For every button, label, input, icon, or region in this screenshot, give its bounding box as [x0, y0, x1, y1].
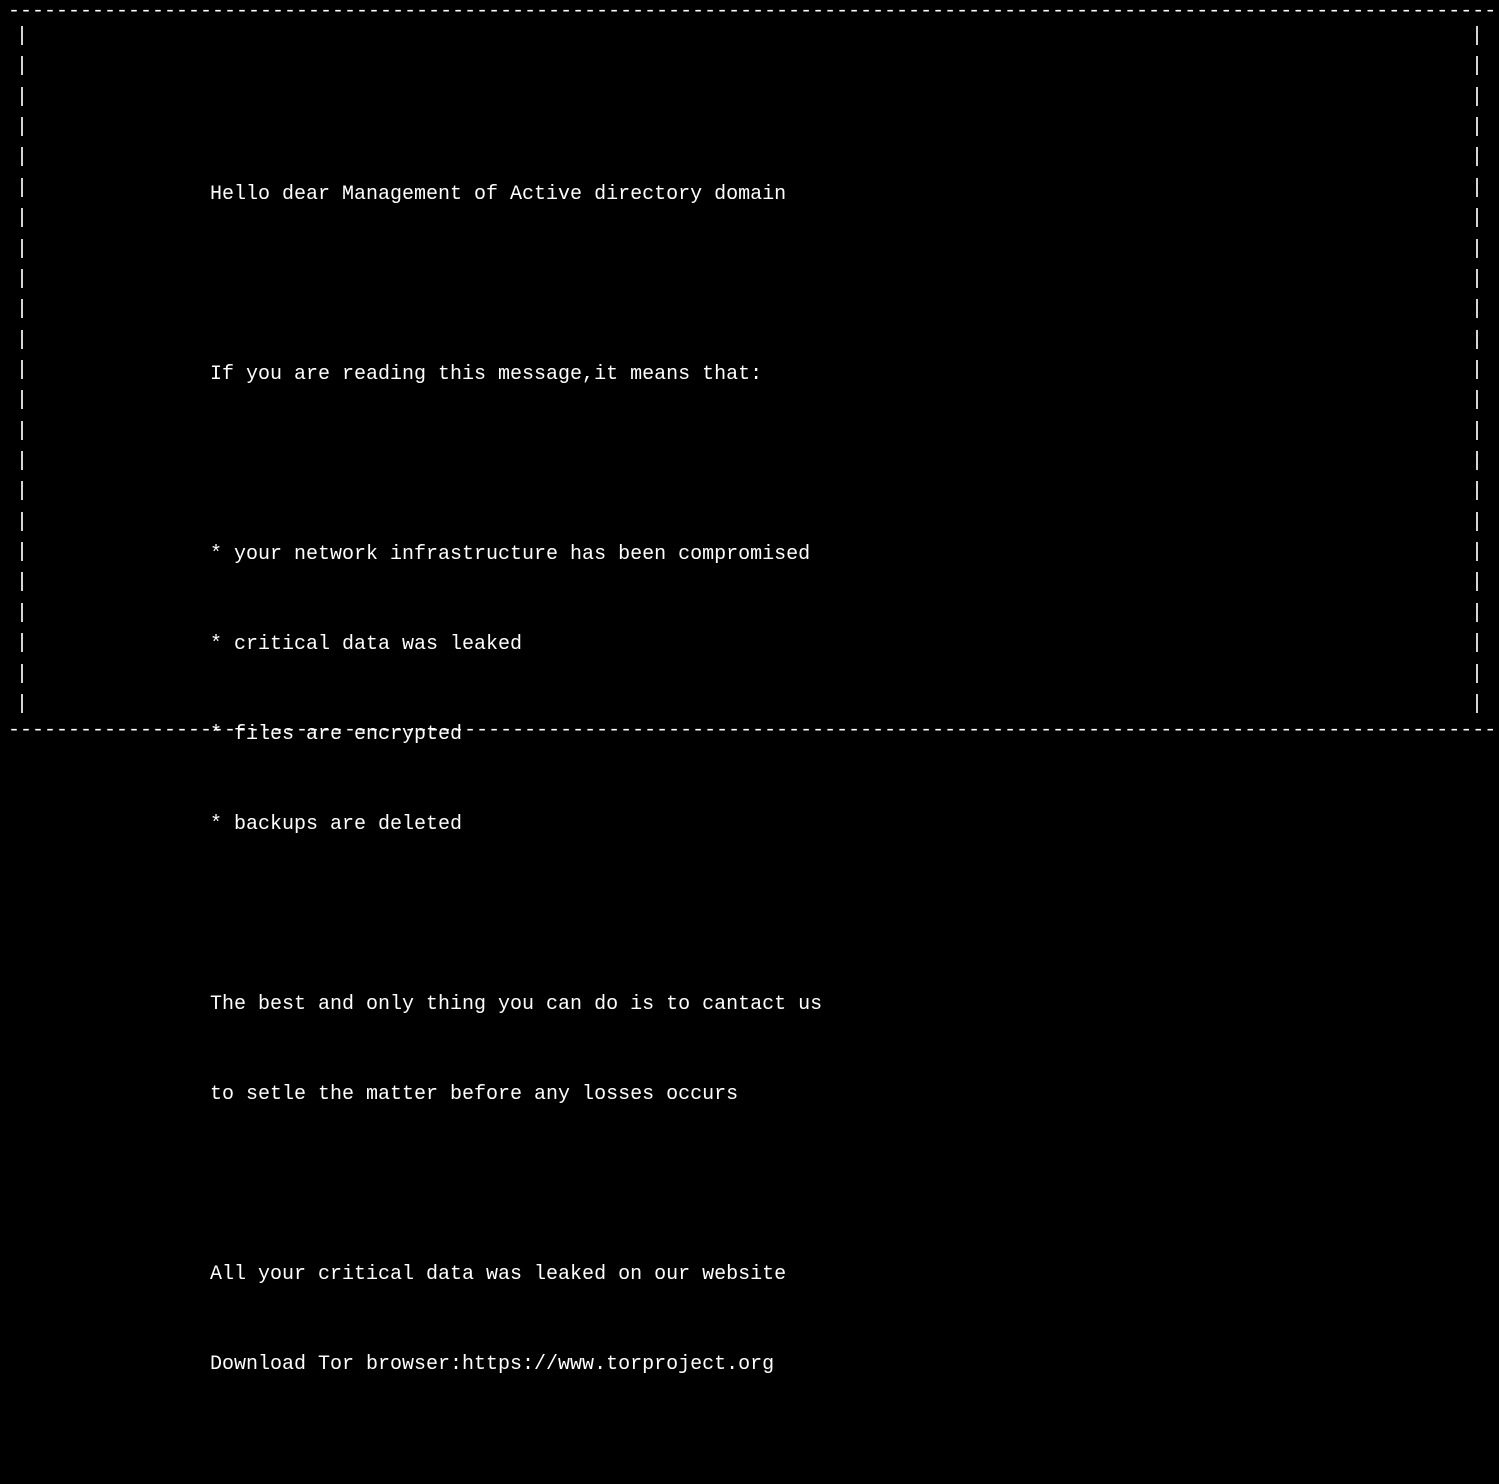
border-left: ||||||||||||||||||||||| — [12, 22, 32, 720]
tor-line: Download Tor browser:https://www.torproj… — [40, 1350, 1459, 1380]
advice-line: The best and only thing you can do is to… — [40, 990, 1459, 1020]
intro-line: If you are reading this message,it means… — [40, 360, 1459, 390]
bullet-item: * critical data was leaked — [40, 630, 1459, 660]
leaked-line: All your critical data was leaked on our… — [40, 1260, 1459, 1290]
bullet-item: * your network infrastructure has been c… — [40, 540, 1459, 570]
bullet-item: * backups are deleted — [40, 810, 1459, 840]
advice-line: to setle the matter before any losses oc… — [40, 1080, 1459, 1110]
greeting: Hello dear Management of Active director… — [40, 180, 1459, 210]
bullet-item: * files are encrypted — [40, 720, 1459, 750]
border-right: ||||||||||||||||||||||| — [1467, 22, 1487, 720]
ransom-note: Hello dear Management of Active director… — [40, 30, 1459, 712]
border-top: ----------------------------------------… — [0, 0, 1499, 23]
